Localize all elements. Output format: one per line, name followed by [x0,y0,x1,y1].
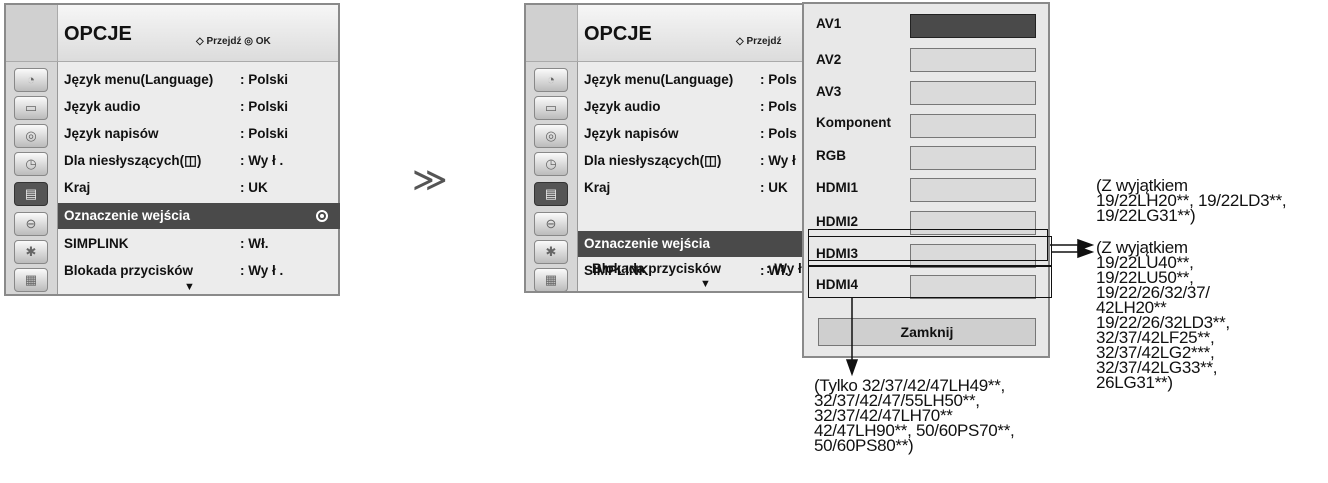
hdmi3-exception-note: (Z wyjątkiem 19/22LU40**, 19/22LU50**, 1… [1096,238,1230,392]
hdmi3-arrowhead [1077,245,1095,259]
hdmi2-exception-note: (Z wyjątkiem 19/22LH20**, 19/22LD3**, 19… [1096,176,1287,225]
hdmi4-arrowhead [845,359,859,377]
hdmi4-only-note: (Tylko 32/37/42/47LH49**, 32/37/42/47/55… [814,376,1015,455]
